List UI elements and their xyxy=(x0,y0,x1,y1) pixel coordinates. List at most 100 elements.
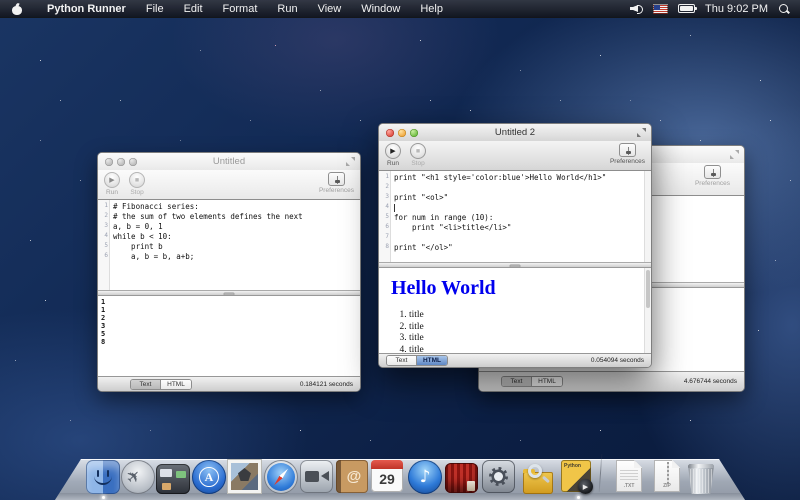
line-number-gutter: 1 2 3 4 5 6 xyxy=(98,200,110,290)
dock-photo-booth-icon[interactable] xyxy=(445,460,479,494)
menu-item-view[interactable]: View xyxy=(308,3,352,15)
minimize-button[interactable] xyxy=(117,158,125,166)
code-editor[interactable]: 1 2 3 4 5 6 7 8 print "<h1 style='color:… xyxy=(379,171,651,262)
dock-itunes-icon[interactable]: ♪ xyxy=(408,460,442,494)
tab-text[interactable]: Text xyxy=(131,380,161,389)
dock-mail-icon[interactable] xyxy=(228,460,262,494)
output-pane[interactable]: 1 1 2 3 5 8 xyxy=(98,296,360,376)
dock-python-runner-icon[interactable]: Python▶ xyxy=(561,460,595,494)
titlebar[interactable]: Untitled 2 xyxy=(379,124,651,141)
status-bar: Text HTML 4.676744 seconds xyxy=(479,371,744,391)
menu-item-window[interactable]: Window xyxy=(351,3,410,15)
execution-time: 0.184121 seconds xyxy=(300,381,353,388)
dock-txt-document-icon[interactable]: .TXT xyxy=(612,460,646,494)
dock-facetime-icon[interactable] xyxy=(300,460,334,494)
dock-address-book-icon[interactable]: @ xyxy=(336,460,370,494)
close-button[interactable] xyxy=(386,129,394,137)
spotlight-icon[interactable] xyxy=(778,3,790,15)
dock-search-folder-icon[interactable] xyxy=(521,460,555,494)
code-line: # Fibonacci series: xyxy=(113,202,353,212)
menu-item-help[interactable]: Help xyxy=(410,3,453,15)
fullscreen-icon[interactable] xyxy=(730,150,739,159)
execution-time: 0.054094 seconds xyxy=(591,357,644,364)
tab-text[interactable]: Text xyxy=(387,356,417,365)
code-scrollbar[interactable] xyxy=(644,171,651,262)
code-line: print "</ol>" xyxy=(394,243,644,253)
output-line: 5 xyxy=(101,330,360,338)
output-pane-html[interactable]: Hello World title title title title titl… xyxy=(379,268,651,353)
dock-app-store-icon[interactable]: A xyxy=(192,460,226,494)
apple-menu-icon[interactable] xyxy=(12,3,23,15)
code-editor[interactable]: 1 2 3 4 5 6 # Fibonacci series: # the su… xyxy=(98,200,360,290)
menubar-clock[interactable]: Thu 9:02 PM xyxy=(705,3,768,15)
list-item: title xyxy=(409,333,651,345)
stop-button[interactable]: ■ Stop xyxy=(410,143,426,167)
dock-finder-icon[interactable] xyxy=(86,460,120,494)
rendered-ordered-list: title title title title title title xyxy=(393,310,651,353)
line-number-gutter: 1 2 3 4 5 6 7 8 xyxy=(379,171,391,262)
output-scrollbar[interactable] xyxy=(644,268,651,353)
titlebar[interactable]: Untitled xyxy=(98,153,360,170)
output-mode-segmented-control: Text HTML xyxy=(130,379,192,390)
code-line: # the sum of two elements defines the ne… xyxy=(113,212,353,222)
dock-mission-control-icon[interactable] xyxy=(156,460,190,494)
dock-zip-archive-icon[interactable]: ZIP xyxy=(650,460,684,494)
tab-html[interactable]: HTML xyxy=(532,377,562,386)
fullscreen-icon[interactable] xyxy=(637,128,646,137)
dock-launchpad-icon[interactable]: ✈ xyxy=(121,460,155,494)
dock-ical-icon[interactable]: 29 xyxy=(371,460,405,494)
code-line: for num in range (10): xyxy=(394,213,644,223)
dock-separator xyxy=(599,454,603,492)
menu-item-format[interactable]: Format xyxy=(213,3,268,15)
code-line: a, b = 0, 1 xyxy=(113,222,353,232)
volume-icon[interactable] xyxy=(630,3,643,14)
fullscreen-icon[interactable] xyxy=(346,157,355,166)
dock-safari-icon[interactable] xyxy=(264,460,298,494)
tab-html[interactable]: HTML xyxy=(161,380,191,389)
output-mode-segmented-control: Text HTML xyxy=(386,355,448,366)
preferences-icon xyxy=(328,172,345,186)
dock-trash-icon[interactable] xyxy=(688,460,722,494)
running-indicator xyxy=(102,496,105,499)
tab-text[interactable]: Text xyxy=(502,377,532,386)
input-language-flag-icon[interactable] xyxy=(653,4,668,14)
toolbar: ▶ Run ■ Stop Preferences xyxy=(98,170,360,200)
code-line: while b < 10: xyxy=(113,232,353,242)
menu-item-run[interactable]: Run xyxy=(267,3,307,15)
status-bar: Text HTML 0.184121 seconds xyxy=(98,376,360,391)
code-line: a, b = b, a+b; xyxy=(113,252,353,262)
zoom-button[interactable] xyxy=(129,158,137,166)
code-line xyxy=(394,203,644,213)
dock-system-preferences-icon[interactable] xyxy=(482,460,516,494)
close-button[interactable] xyxy=(105,158,113,166)
preferences-button[interactable]: Preferences xyxy=(695,165,730,187)
list-item: title xyxy=(409,322,651,334)
scrollbar-thumb[interactable] xyxy=(646,270,650,308)
run-button[interactable]: ▶ Run xyxy=(385,143,401,167)
run-button[interactable]: ▶ Run xyxy=(104,172,120,196)
window-untitled: Untitled ▶ Run ■ Stop Preferences 1 2 3 … xyxy=(97,152,361,392)
output-mode-segmented-control: Text HTML xyxy=(501,376,563,387)
code-line: print "<ol>" xyxy=(394,193,644,203)
menubar-app-name[interactable]: Python Runner xyxy=(37,3,136,15)
tab-html[interactable]: HTML xyxy=(417,356,447,365)
preferences-button[interactable]: Preferences xyxy=(319,172,354,194)
preferences-button[interactable]: Preferences xyxy=(610,143,645,165)
output-line: 8 xyxy=(101,338,360,346)
stop-icon: ■ xyxy=(135,177,139,184)
preferences-icon xyxy=(619,143,636,157)
running-indicator xyxy=(577,496,580,499)
preferences-icon xyxy=(704,165,721,179)
output-line: 1 xyxy=(101,306,360,314)
code-line xyxy=(394,233,644,243)
stop-button[interactable]: ■ Stop xyxy=(129,172,145,196)
minimize-button[interactable] xyxy=(398,129,406,137)
play-icon: ▶ xyxy=(390,148,395,155)
menu-item-file[interactable]: File xyxy=(136,3,174,15)
window-title: Untitled 2 xyxy=(495,127,535,138)
output-line: 1 xyxy=(101,298,360,306)
menu-item-edit[interactable]: Edit xyxy=(174,3,213,15)
battery-icon[interactable] xyxy=(678,4,695,13)
zoom-button[interactable] xyxy=(410,129,418,137)
code-line xyxy=(394,183,644,193)
